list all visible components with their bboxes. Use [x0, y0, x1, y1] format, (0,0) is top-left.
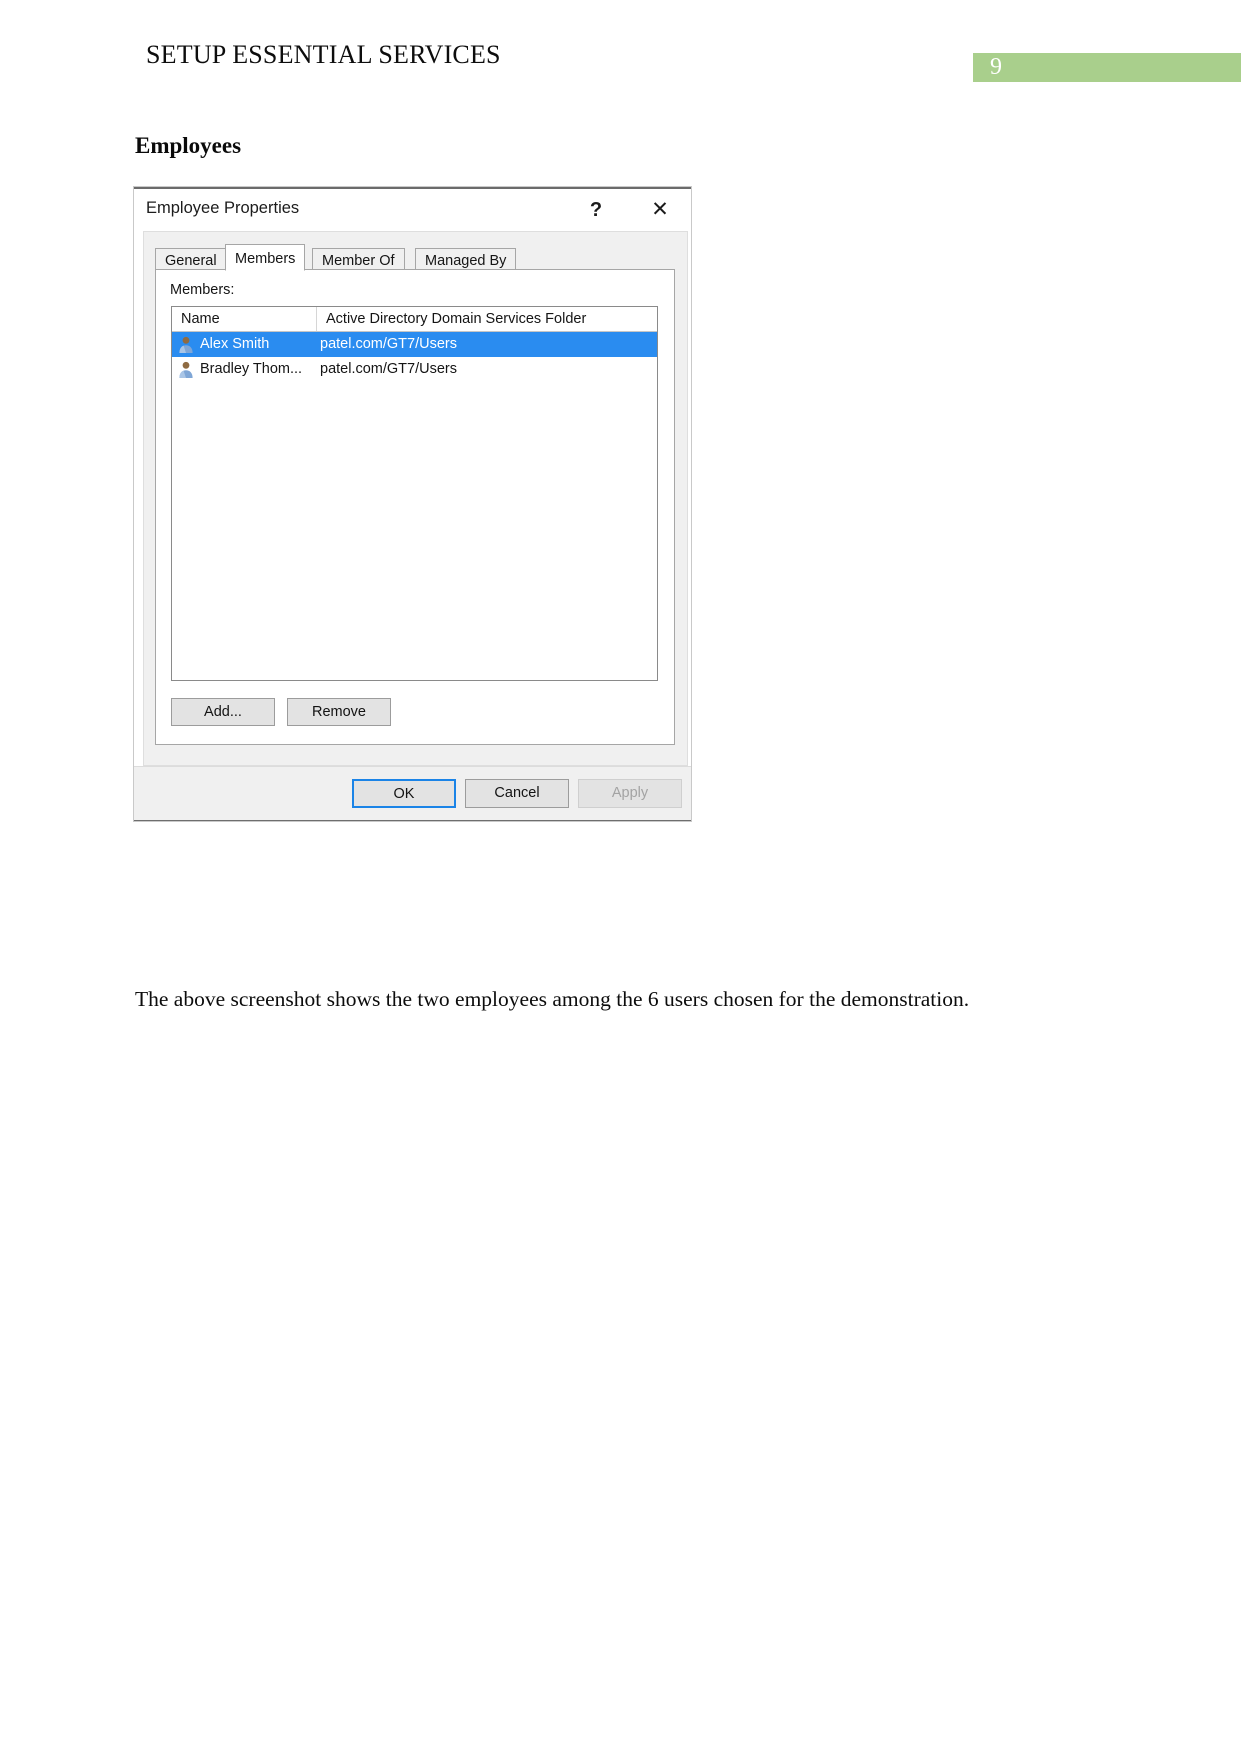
listview-header: Name Active Directory Domain Services Fo… — [172, 307, 657, 332]
member-name: Alex Smith — [200, 336, 270, 352]
remove-button[interactable]: Remove — [287, 698, 391, 726]
tab-general[interactable]: General — [155, 248, 227, 270]
cancel-button[interactable]: Cancel — [465, 779, 569, 808]
page-number-badge: 9 — [973, 53, 1241, 82]
user-icon — [177, 335, 195, 354]
listview-rows: Alex Smith patel.com/GT7/Users Bradley T… — [172, 332, 657, 382]
dialog-titlebar: Employee Properties ? ✕ — [134, 189, 691, 231]
document-header: SETUP ESSENTIAL SERVICES 9 — [0, 0, 1241, 110]
table-row[interactable]: Bradley Thom... patel.com/GT7/Users — [172, 357, 657, 382]
dialog-title: Employee Properties — [146, 199, 300, 217]
table-row[interactable]: Alex Smith patel.com/GT7/Users — [172, 332, 657, 357]
tab-member-of[interactable]: Member Of — [312, 248, 405, 270]
page-number: 9 — [990, 54, 1002, 80]
tab-members[interactable]: Members — [225, 244, 306, 271]
members-label: Members: — [170, 282, 235, 298]
window-bottom-rule — [134, 820, 691, 821]
column-header-folder[interactable]: Active Directory Domain Services Folder — [317, 307, 657, 331]
body-paragraph: The above screenshot shows the two emplo… — [135, 986, 970, 1011]
ok-button[interactable]: OK — [352, 779, 456, 808]
apply-button[interactable]: Apply — [578, 779, 682, 808]
close-icon[interactable]: ✕ — [641, 193, 679, 227]
tab-managed-by[interactable]: Managed By — [415, 248, 517, 270]
page-title: Employees — [135, 133, 242, 158]
member-folder: patel.com/GT7/Users — [320, 361, 457, 377]
running-head: SETUP ESSENTIAL SERVICES — [146, 40, 501, 69]
help-icon[interactable]: ? — [577, 193, 615, 227]
tab-page-members: Members: Name Active Directory Domain Se… — [155, 269, 675, 745]
user-icon — [177, 360, 195, 379]
member-folder: patel.com/GT7/Users — [320, 336, 457, 352]
employee-properties-dialog: Employee Properties ? ✕ General Members … — [133, 186, 692, 822]
member-name: Bradley Thom... — [200, 361, 303, 377]
tab-strip: General Members Member Of Managed By — [155, 244, 675, 271]
members-listview[interactable]: Name Active Directory Domain Services Fo… — [171, 306, 658, 681]
column-header-name[interactable]: Name — [172, 307, 317, 331]
dialog-footer: OK Cancel Apply — [134, 766, 691, 821]
property-sheet: General Members Member Of Managed By Mem… — [143, 231, 688, 766]
add-button[interactable]: Add... — [171, 698, 275, 726]
